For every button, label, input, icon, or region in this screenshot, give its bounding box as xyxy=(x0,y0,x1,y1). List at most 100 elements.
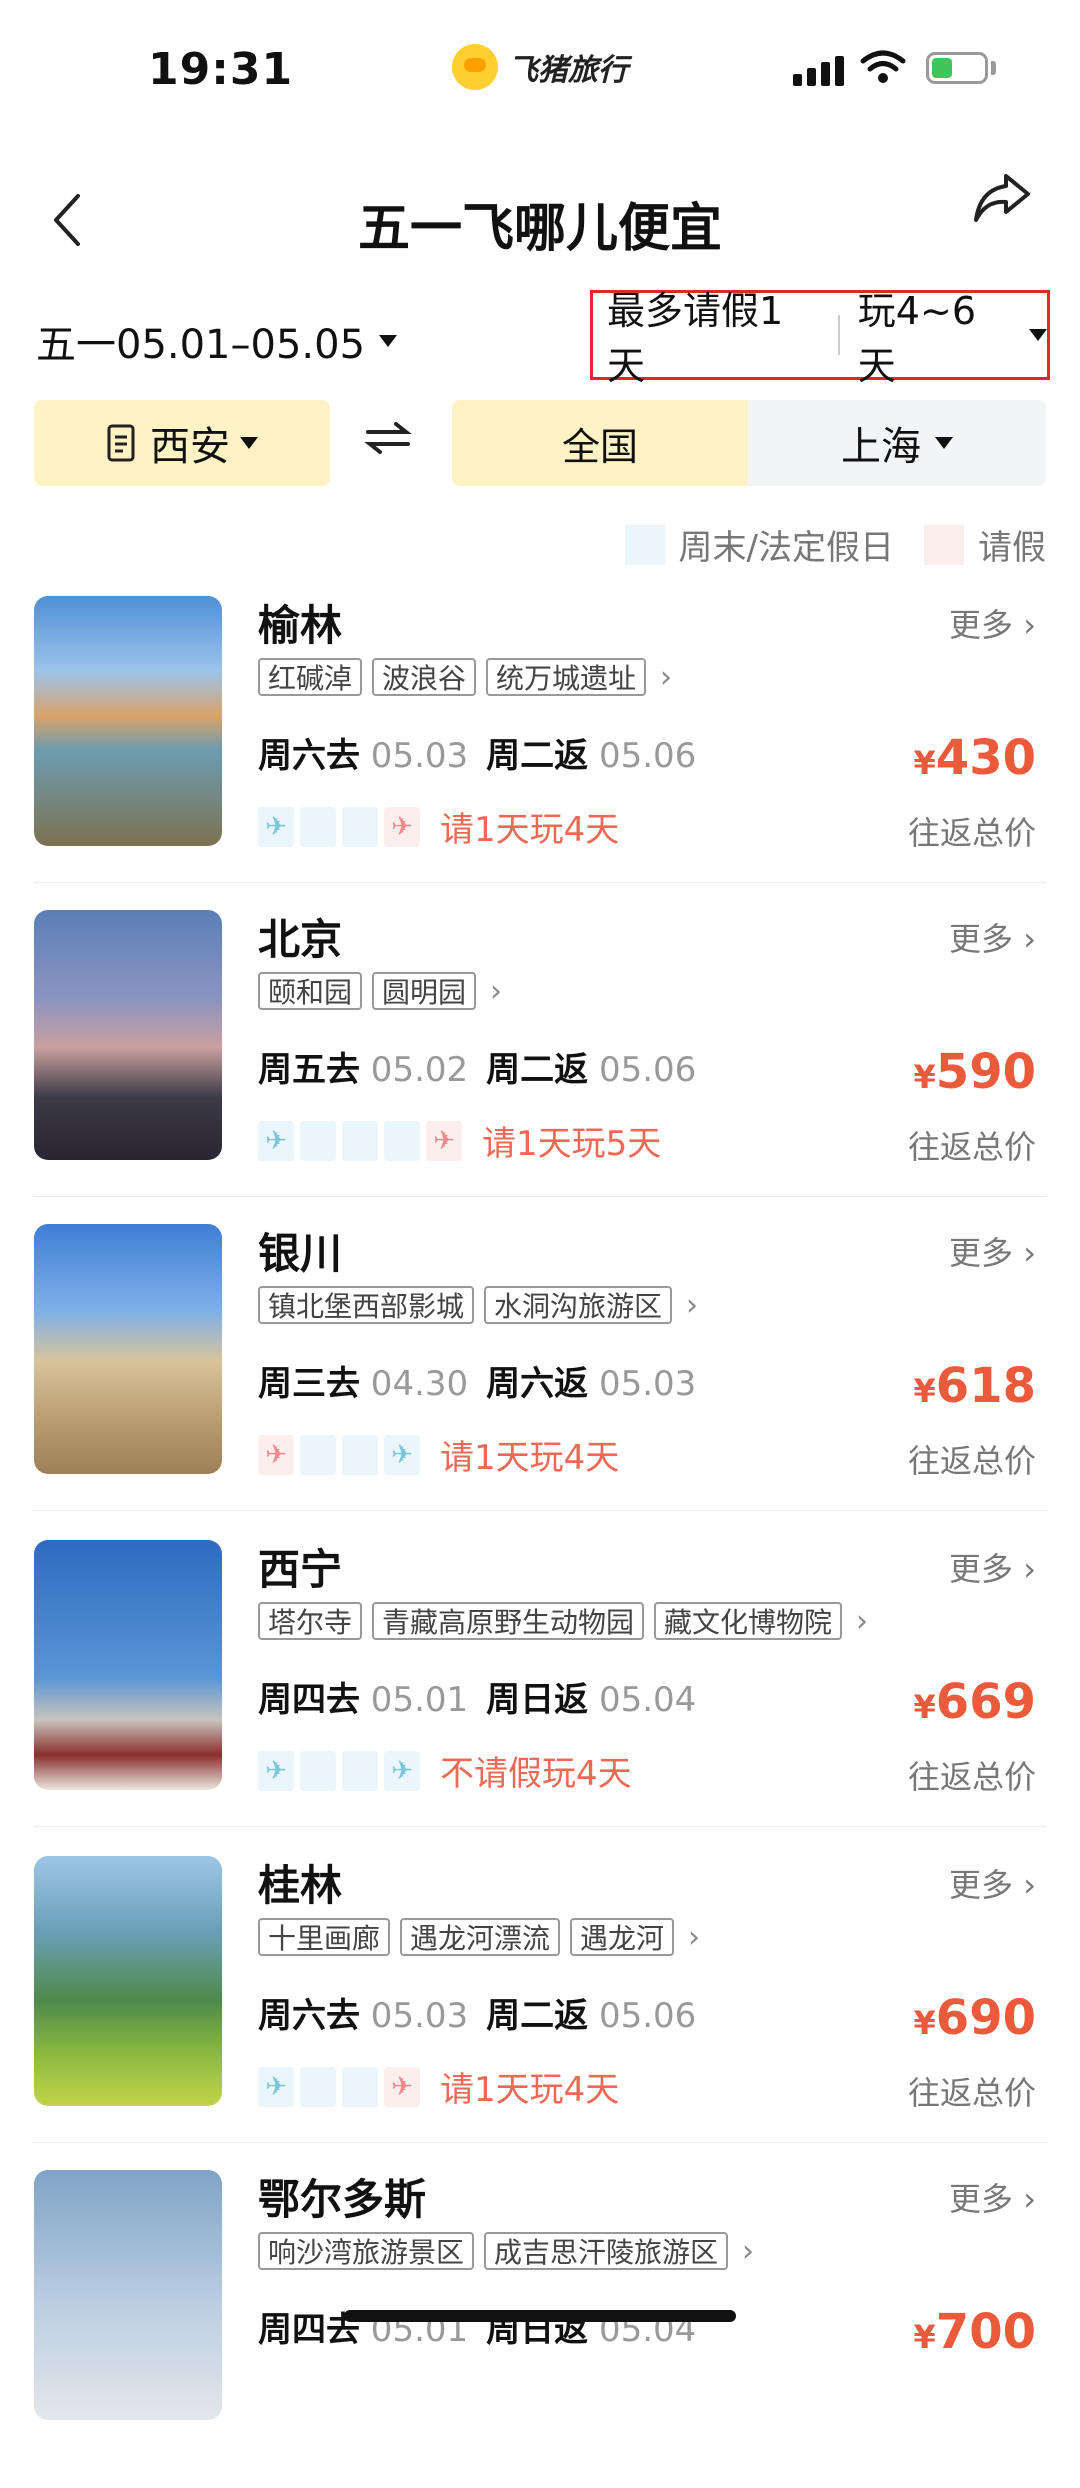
destination-card[interactable]: 鄂尔多斯 更多 › 响沙湾旅游景区 成吉思汗陵旅游区 › 周四去 05.01 周日返 05.… xyxy=(0,2170,1080,2488)
return-date: 05.06 xyxy=(588,1996,697,2036)
round-trip-price: ¥590 xyxy=(914,1044,1036,1100)
destination-city: 西宁 xyxy=(258,1545,343,1594)
destination-card[interactable]: 桂林 更多 › 十里画廊 遇龙河漂流 遇龙河 › 周六去 05.03 周二返 05.06 ✈ ✈ 请… xyxy=(0,1856,1080,2174)
page-title: 五一飞哪儿便宜 xyxy=(357,199,722,259)
holiday-day-cell: ✈ xyxy=(384,1750,420,1791)
return-day: 周二返 xyxy=(486,736,589,776)
destination-card[interactable]: 榆林 更多 › 红碱淖 波浪谷 统万城遗址 › 周六去 05.03 周二返 05.06 ✈ ✈ 请1… xyxy=(0,596,1080,914)
holiday-day-cell xyxy=(342,806,378,847)
chevron-right-icon[interactable]: › xyxy=(688,1920,700,1955)
chevron-right-icon[interactable]: › xyxy=(490,974,502,1009)
more-link[interactable]: 更多 › xyxy=(949,914,1036,960)
share-button[interactable] xyxy=(972,170,1032,232)
depart-date: 05.02 xyxy=(360,1050,469,1090)
tab-nationwide[interactable]: 全国 xyxy=(452,400,748,486)
attraction-tag[interactable]: 水洞沟旅游区 xyxy=(484,1286,673,1324)
attraction-tag[interactable]: 青藏高原野生动物园 xyxy=(372,1602,645,1640)
round-trip-price: ¥430 xyxy=(914,730,1036,786)
attraction-tag[interactable]: 遇龙河 xyxy=(570,1918,675,1956)
price-value: 700 xyxy=(935,2304,1036,2360)
caret-down-icon xyxy=(379,335,398,347)
leave-swatch xyxy=(924,524,964,565)
battery-icon xyxy=(926,52,988,84)
attraction-tag[interactable]: 成吉思汗陵旅游区 xyxy=(484,2232,729,2270)
plane-icon: ✈ xyxy=(265,1439,287,1470)
price-value: 669 xyxy=(935,1674,1036,1730)
attraction-tag[interactable]: 藏文化博物院 xyxy=(654,1602,843,1640)
document-icon xyxy=(107,424,135,462)
chevron-right-icon[interactable]: › xyxy=(660,660,672,695)
holiday-day-cell: ✈ xyxy=(258,806,294,847)
swap-icon xyxy=(364,422,412,454)
trip-dates: 周五去 05.02 周二返 05.06 xyxy=(258,1042,696,1091)
more-link[interactable]: 更多 › xyxy=(949,1228,1036,1274)
chevron-right-icon[interactable]: › xyxy=(742,2234,754,2269)
destination-card[interactable]: 西宁 更多 › 塔尔寺 青藏高原野生动物园 藏文化博物院 › 周四去 05.01 周日返 05… xyxy=(0,1540,1080,1858)
swap-button[interactable] xyxy=(364,418,412,469)
home-indicator xyxy=(344,2310,736,2322)
destination-card[interactable]: 银川 更多 › 镇北堡西部影城 水洞沟旅游区 › 周三去 04.30 周六返 05.03 ✈ ✈… xyxy=(0,1224,1080,1542)
price-value: 430 xyxy=(935,730,1036,786)
plan-summary: 请1天玩4天 xyxy=(440,810,620,850)
chevron-right-icon[interactable]: › xyxy=(686,1288,698,1323)
more-link[interactable]: 更多 › xyxy=(949,1544,1036,1590)
destination-photo xyxy=(34,596,222,846)
attraction-tag[interactable]: 响沙湾旅游景区 xyxy=(258,2232,475,2270)
destination-city: 榆林 xyxy=(258,601,343,650)
price-note: 往返总价 xyxy=(907,1758,1036,1796)
list-divider xyxy=(34,1826,1046,1827)
depart-day: 周三去 xyxy=(258,1364,360,1404)
list-divider xyxy=(34,1196,1046,1197)
price-value: 690 xyxy=(935,1990,1036,2046)
more-link[interactable]: 更多 › xyxy=(949,2174,1036,2220)
destination-photo xyxy=(34,1856,222,2106)
more-label: 更多 xyxy=(949,2180,1014,2218)
attraction-tag[interactable]: 统万城遗址 xyxy=(486,658,647,696)
more-link[interactable]: 更多 › xyxy=(949,1860,1036,1906)
chevron-right-icon: › xyxy=(1013,920,1036,958)
depart-day: 周五去 xyxy=(258,1050,360,1090)
more-label: 更多 xyxy=(949,606,1014,644)
return-day: 周二返 xyxy=(486,1050,589,1090)
attraction-tag[interactable]: 圆明园 xyxy=(372,972,477,1010)
attraction-tag[interactable]: 颐和园 xyxy=(258,972,363,1010)
attraction-tags: 响沙湾旅游景区 成吉思汗陵旅游区 › xyxy=(258,2232,754,2270)
attraction-tag[interactable]: 遇龙河漂流 xyxy=(400,1918,561,1956)
more-label: 更多 xyxy=(949,1234,1014,1272)
fliggy-logo-icon xyxy=(452,44,498,90)
attraction-tag[interactable]: 十里画廊 xyxy=(258,1918,391,1956)
more-link[interactable]: 更多 › xyxy=(949,600,1036,646)
leave-day-cell: ✈ xyxy=(384,2066,420,2107)
currency-symbol: ¥ xyxy=(913,1058,936,1096)
attraction-tag[interactable]: 红碱淖 xyxy=(258,658,363,696)
day-plan: ✈ ✈ 请1天玩4天 xyxy=(258,1430,619,1479)
holiday-day-cell: ✈ xyxy=(384,1434,420,1475)
date-range-dropdown[interactable]: 五一05.01–05.05 xyxy=(36,312,398,370)
tab-shanghai[interactable]: 上海 xyxy=(748,400,1046,486)
leave-duration-filter[interactable]: 最多请假1天 玩4~6天 xyxy=(590,289,1050,388)
origin-city-selector[interactable]: 西安 xyxy=(34,400,330,486)
holiday-day-cell xyxy=(300,806,336,847)
currency-symbol: ¥ xyxy=(913,744,936,782)
leave-day-cell: ✈ xyxy=(426,1120,462,1161)
chevron-right-icon[interactable]: › xyxy=(856,1604,868,1639)
attraction-tag[interactable]: 波浪谷 xyxy=(372,658,477,696)
legend-weekend: 周末/法定假日 xyxy=(678,528,894,568)
depart-date: 05.03 xyxy=(360,1996,469,2036)
destination-card[interactable]: 北京 更多 › 颐和园 圆明园 › 周五去 05.02 周二返 05.06 ✈ ✈ 请1天玩5天 ¥… xyxy=(0,910,1080,1228)
destination-photo xyxy=(34,1224,222,1474)
holiday-day-cell xyxy=(300,1120,336,1161)
destination-city: 桂林 xyxy=(258,1861,343,1910)
chevron-right-icon: › xyxy=(1013,1550,1036,1588)
holiday-day-cell xyxy=(342,2066,378,2107)
plane-icon: ✈ xyxy=(391,2071,413,2102)
plan-summary: 请1天玩4天 xyxy=(440,2070,620,2110)
attraction-tag[interactable]: 镇北堡西部影城 xyxy=(258,1286,475,1324)
attraction-tag[interactable]: 塔尔寺 xyxy=(258,1602,363,1640)
holiday-day-cell xyxy=(300,2066,336,2107)
price-value: 618 xyxy=(935,1358,1036,1414)
signal-icon xyxy=(793,56,844,86)
destination-city: 北京 xyxy=(258,915,343,964)
leave-day-cell: ✈ xyxy=(258,1434,294,1475)
destination-photo xyxy=(34,2170,222,2420)
